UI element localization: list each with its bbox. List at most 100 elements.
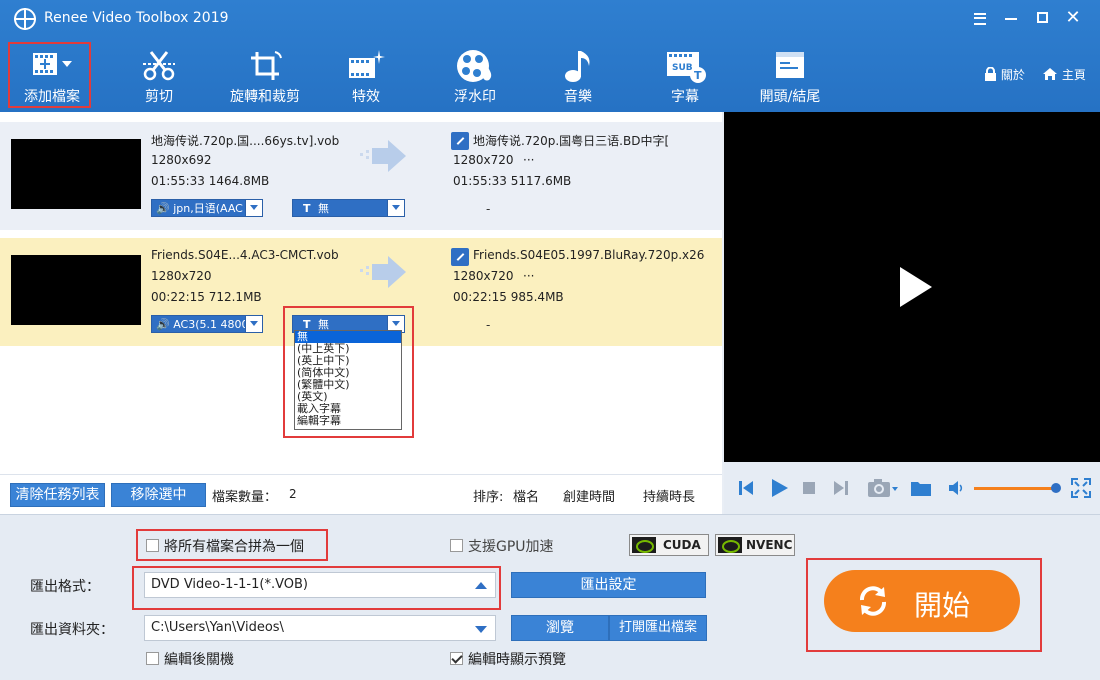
rotate-crop-button[interactable]: 旋轉和裁剪 [223,46,307,108]
gpu-accel-label: 支援GPU加速 [468,539,554,555]
output-format-label: 匯出格式： [30,579,100,595]
stop-icon[interactable] [803,482,815,494]
output-folder-value: C:\Users\Yan\Videos\ [151,620,284,635]
skip-forward-icon[interactable] [833,480,849,496]
show-preview-label: 編輯時顯示預覽 [468,652,566,668]
cut-button[interactable]: 剪切 [124,46,194,108]
subtitle-select[interactable]: T 無 [292,199,405,217]
output-format-highlight [132,566,501,610]
shutdown-after-checkbox[interactable] [146,652,159,665]
camera-icon[interactable] [867,477,899,499]
file-count-label: 檔案數量： [212,490,278,505]
convert-arrow-icon [360,256,406,288]
refresh-icon [860,586,886,616]
shutdown-after-label: 編輯後關機 [164,652,234,668]
sort-by-name[interactable]: 檔名 [513,486,539,505]
subtitle-value: 無 [318,202,330,215]
export-settings-button[interactable]: 匯出設定 [511,572,706,598]
file-list-toolbar: 清除任務列表 移除選中 檔案數量： 2 排序: 檔名 創建時間 持續時長 [0,474,722,514]
nvenc-label: NVENC [746,538,793,552]
convert-arrow-icon [360,140,406,172]
output-file-name: 地海传说.720p.国粤日三语.BD中字[ [473,134,670,148]
output-settings-more[interactable]: ··· [523,153,534,167]
watermark-icon [457,50,492,82]
video-preview[interactable] [724,112,1100,462]
top-bar: Renee Video Toolbox 2019 ✕ 添加檔案 剪切 旋轉和裁剪… [0,0,1100,112]
cuda-badge: CUDA [629,534,709,556]
remove-selected-button[interactable]: 移除選中 [111,483,206,507]
gpu-accel-checkbox[interactable] [450,539,463,552]
chevron-down-icon [387,200,404,216]
skip-back-icon[interactable] [738,480,754,496]
file-count-value: 2 [289,487,297,501]
menu-icon[interactable] [965,6,995,30]
subtitle-button[interactable]: SUB T 字幕 [655,46,715,108]
output-extra: - [486,202,491,216]
about-label: 關於 [1000,68,1025,82]
browse-button[interactable]: 瀏覽 [511,615,609,641]
volume-icon[interactable] [948,480,966,496]
edit-output-name-icon[interactable] [451,132,469,150]
start-button[interactable]: 開始 [824,570,1020,632]
output-resolution: 1280x720 [453,153,514,167]
home-label: 主頁 [1061,68,1086,82]
output-folder-label: 匯出資料夾： [30,622,114,638]
about-link[interactable]: 關於 [984,66,1025,83]
music-button[interactable]: 音樂 [548,46,608,108]
minimize-icon[interactable] [996,6,1026,30]
folder-icon[interactable] [910,479,932,497]
add-file-highlight [8,42,91,108]
video-thumbnail [11,139,141,209]
play-icon[interactable] [900,267,932,307]
chevron-down-icon [245,316,262,332]
intro-outro-button[interactable]: 開頭/結尾 [752,46,828,108]
source-file-name: Friends.S04E...4.AC3-CMCT.vob [151,248,339,262]
rotate-crop-icon [251,51,282,80]
output-duration-size: 00:22:15 985.4MB [453,290,564,304]
sort-by-created[interactable]: 創建時間 [563,486,615,505]
rotate-crop-label: 旋轉和裁剪 [230,89,300,105]
clear-list-button[interactable]: 清除任務列表 [10,483,105,507]
music-label: 音樂 [564,89,592,105]
output-file-name: Friends.S04E05.1997.BluRay.720p.x264. [473,248,705,262]
volume-slider[interactable] [974,487,1056,490]
output-settings-more[interactable]: ··· [523,269,534,283]
intro-outro-icon [776,52,804,78]
file-row[interactable]: 地海传说.720p.国....66ys.tv].vob 1280x692 01:… [0,122,722,230]
sort-label: 排序: [473,490,504,505]
sort-by-duration[interactable]: 持續時長 [643,486,695,505]
audio-track-select[interactable]: 🔊 jpn,日语(AAC [151,199,263,217]
cuda-label: CUDA [663,538,701,552]
effects-label: 特效 [352,89,380,105]
svg-text:SUB: SUB [672,63,693,73]
speaker-icon: 🔊 [156,318,170,331]
nvidia-logo-icon [718,537,742,553]
home-link[interactable]: 主頁 [1042,66,1086,83]
output-duration-size: 01:55:33 5117.6MB [453,174,572,188]
nvenc-badge: NVENC [715,534,795,556]
play-small-icon[interactable] [769,478,789,498]
nvidia-logo-icon [632,537,656,553]
subtitle-label: 字幕 [671,89,699,105]
audio-track-select[interactable]: 🔊 AC3(5.1 4800 [151,315,263,333]
output-folder-input[interactable]: C:\Users\Yan\Videos\ [144,615,496,641]
edit-output-name-icon[interactable] [451,248,469,266]
open-output-folder-button[interactable]: 打開匯出檔案 [609,615,707,641]
intro-outro-label: 開頭/結尾 [759,89,821,105]
lock-icon [985,66,996,81]
fullscreen-icon[interactable] [1071,478,1091,498]
close-icon[interactable]: ✕ [1058,6,1088,30]
output-resolution: 1280x720 [453,269,514,283]
source-resolution: 1280x692 [151,153,212,167]
maximize-icon[interactable] [1027,6,1057,30]
audio-track-value: jpn,日语(AAC [173,202,243,215]
video-thumbnail [11,255,141,325]
watermark-button[interactable]: 浮水印 [440,46,510,108]
effects-button[interactable]: 特效 [336,46,396,108]
home-icon [1043,68,1057,80]
subtitle-dropdown-highlight [283,306,414,438]
show-preview-checkbox[interactable] [450,652,463,665]
subtitle-icon: SUB T [667,52,706,83]
source-file-name: 地海传说.720p.国....66ys.tv].vob [151,134,340,148]
volume-slider-handle[interactable] [1051,483,1061,493]
